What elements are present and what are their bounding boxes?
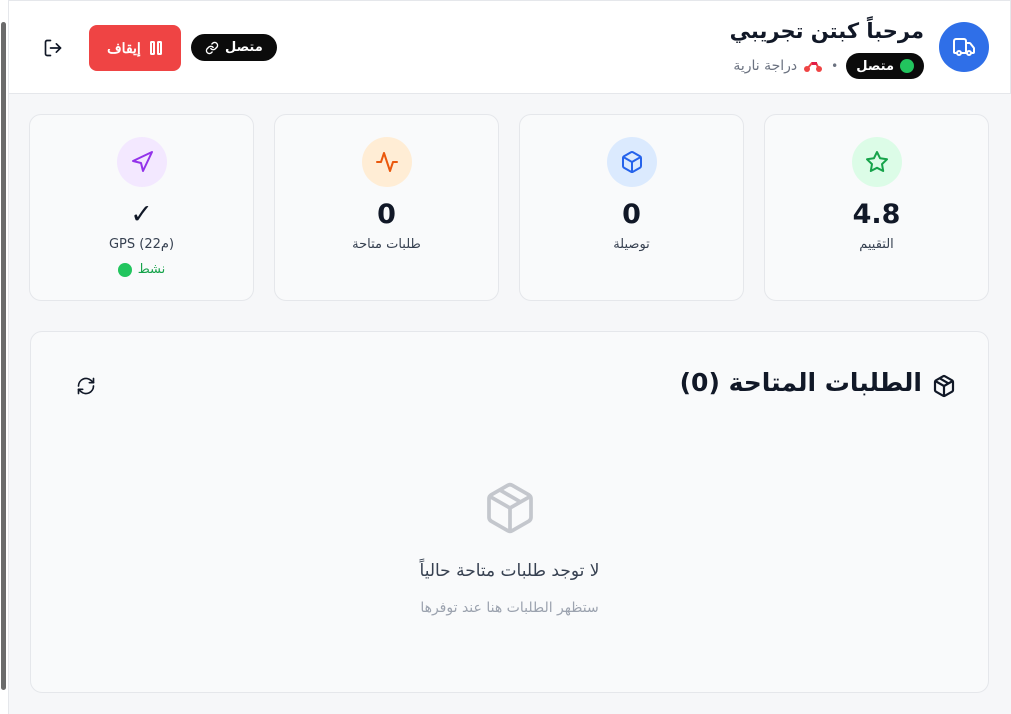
- link-icon: [205, 41, 219, 54]
- empty-state-subtitle: ستظهر الطلبات هنا عند توفرها: [420, 600, 599, 616]
- logout-icon: [44, 39, 62, 57]
- deliveries-card: 0 توصيلة: [519, 114, 744, 301]
- package-icon: [607, 137, 657, 187]
- activity-icon: [362, 137, 412, 187]
- vehicle-label: دراجة نارية: [733, 58, 798, 74]
- rating-label: التقييم: [859, 237, 894, 252]
- logout-button[interactable]: [41, 36, 65, 60]
- status-badge: متصل: [846, 53, 924, 79]
- available-orders-value: 0: [377, 199, 396, 230]
- available-orders-label: طلبات متاحة: [352, 237, 421, 252]
- gps-check-value: ✓: [130, 199, 153, 230]
- online-dot-icon: [900, 59, 914, 73]
- gps-status-label: نشط: [137, 262, 166, 277]
- empty-package-icon: [482, 480, 538, 536]
- available-orders-panel: الطلبات المتاحة (0) لا توجد طلبات متاحة …: [30, 331, 989, 693]
- pause-icon: [149, 41, 162, 55]
- scrollbar[interactable]: [0, 0, 9, 714]
- gps-status: نشط: [30, 262, 253, 277]
- navigation-icon: [117, 137, 167, 187]
- gps-label: GPS (22م): [108, 237, 175, 252]
- package-icon: [932, 374, 956, 398]
- page-title: مرحباً كبتن تجريبي: [729, 19, 924, 43]
- connection-label: متصل: [225, 40, 263, 55]
- star-icon: [852, 137, 902, 187]
- connection-badge: متصل: [191, 34, 277, 61]
- deliveries-label: توصيلة: [613, 237, 650, 252]
- truck-icon: [939, 22, 989, 72]
- status-label: متصل: [856, 58, 894, 74]
- deliveries-value: 0: [622, 199, 641, 230]
- driver-status-row: متصل • دراجة نارية: [733, 53, 924, 79]
- rating-card: 4.8 التقييم: [764, 114, 989, 301]
- gps-active-dot-icon: [117, 262, 132, 277]
- empty-state-title: لا توجد طلبات متاحة حالياً: [419, 561, 600, 581]
- scrollbar-thumb[interactable]: [1, 22, 6, 690]
- top-header: مرحباً كبتن تجريبي متصل • دراجة نارية مت…: [9, 0, 1011, 94]
- vehicle-type: دراجة نارية: [733, 58, 823, 74]
- available-orders-card: 0 طلبات متاحة: [274, 114, 499, 301]
- separator: •: [831, 59, 839, 73]
- gps-card: ✓ GPS (22م) نشط: [29, 114, 254, 301]
- rating-value: 4.8: [852, 199, 901, 230]
- refresh-button[interactable]: [74, 374, 98, 398]
- refresh-icon: [77, 377, 95, 395]
- motorcycle-icon: [804, 62, 823, 72]
- orders-title: الطلبات المتاحة (0): [679, 368, 922, 397]
- stop-label: إيقاف: [107, 39, 141, 56]
- stop-button[interactable]: إيقاف: [89, 25, 181, 71]
